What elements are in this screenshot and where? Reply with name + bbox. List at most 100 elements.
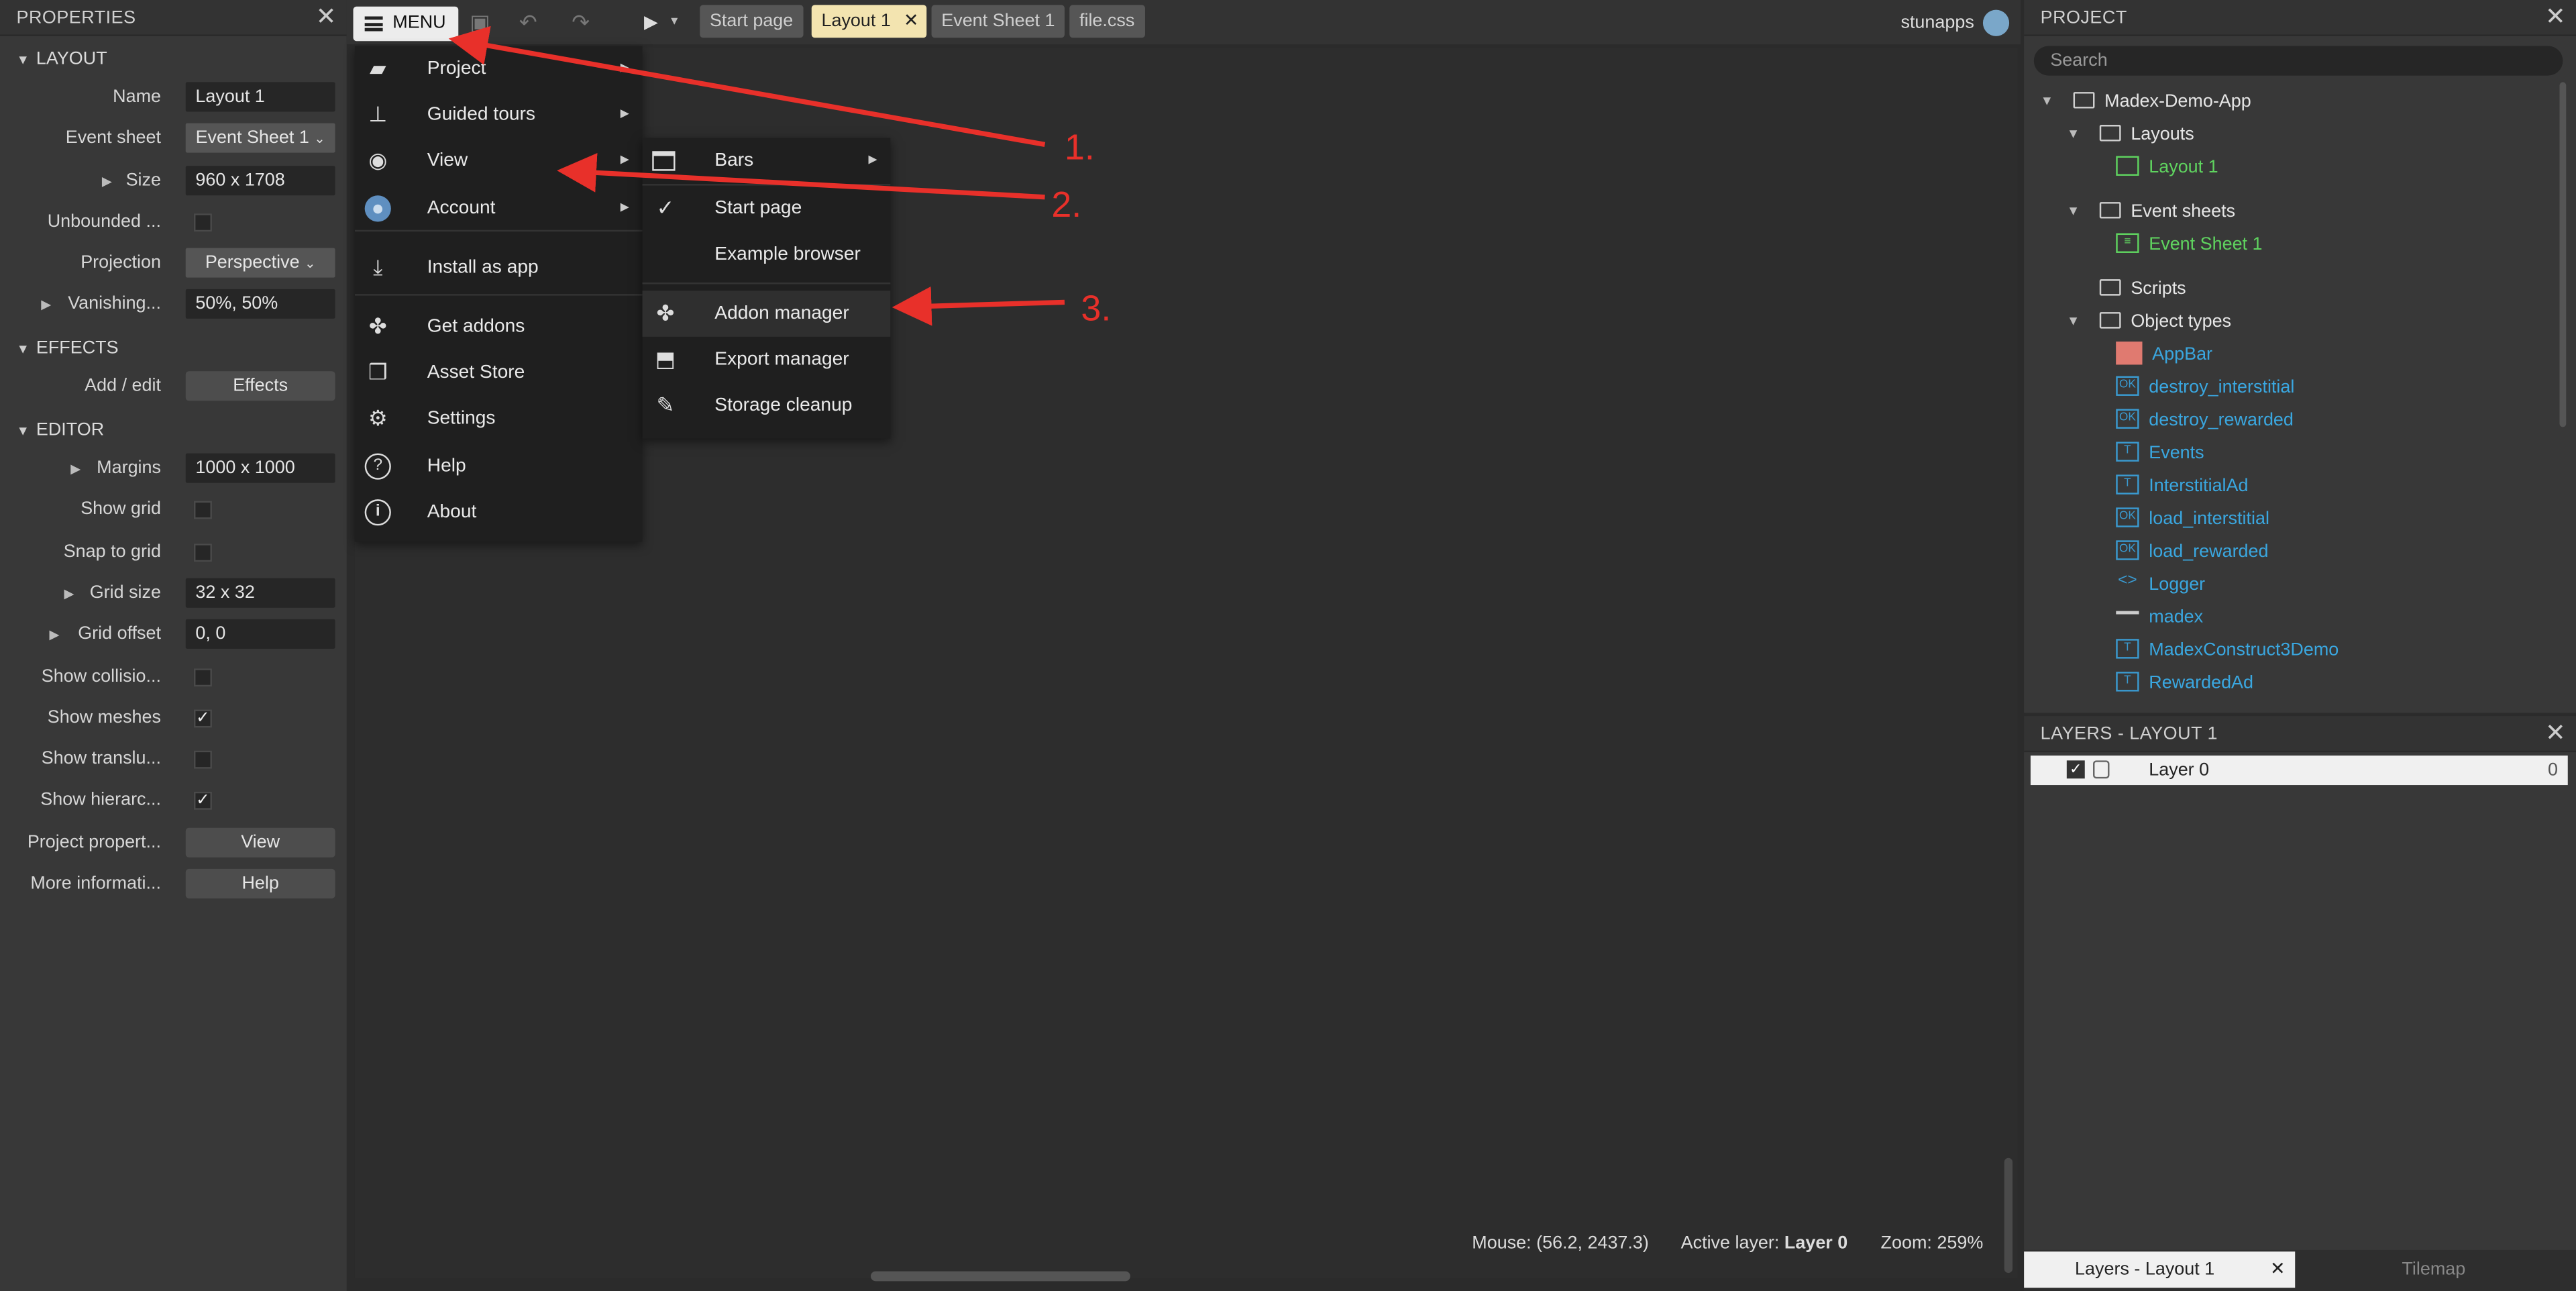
menu-item-get-addons[interactable]: ✤ Get addons xyxy=(355,304,643,350)
show-translucent-checkbox[interactable] xyxy=(193,751,212,769)
tree-root[interactable]: ▼ Madex-Demo-App xyxy=(2041,85,2251,118)
tab-layout-1[interactable]: Layout 1 ✕ xyxy=(811,5,927,38)
projection-select[interactable]: Perspective ⌄ xyxy=(185,248,335,278)
menu-item-bars[interactable]: Bars ▶ xyxy=(643,138,891,185)
tab-start-page[interactable]: Start page xyxy=(700,5,803,38)
tree-object[interactable]: T Events xyxy=(2116,437,2204,470)
tree-folder-scripts[interactable]: Scripts xyxy=(2099,272,2186,305)
tree-scrollbar[interactable] xyxy=(2559,82,2567,427)
tree-object[interactable]: T MadexConstruct3Demo xyxy=(2116,634,2339,667)
username[interactable]: stunapps xyxy=(1900,13,1974,33)
play-icon[interactable]: ▶ xyxy=(644,11,658,33)
prop-label: Show meshes xyxy=(47,707,161,728)
active-layer-value: Layer 0 xyxy=(1784,1233,1848,1253)
chevron-right-icon: ▶ xyxy=(620,154,629,166)
unbounded-checkbox[interactable] xyxy=(193,213,212,231)
section-layout[interactable]: ▼ LAYOUT xyxy=(0,41,347,77)
text-icon: T xyxy=(2116,474,2139,495)
tab-file-css[interactable]: file.css xyxy=(1069,5,1145,38)
search-input[interactable]: Search xyxy=(2033,46,2563,76)
folder-icon xyxy=(2099,279,2121,296)
close-icon[interactable]: ✕ xyxy=(2545,716,2566,752)
menu-item-account[interactable]: ● Account ▶ xyxy=(355,186,643,232)
tab-tilemap[interactable]: Tilemap xyxy=(2402,1251,2465,1288)
text-icon: T xyxy=(2116,442,2139,462)
menu-item-example-browser[interactable]: Example browser xyxy=(643,231,891,278)
menu-item-addon-manager[interactable]: ✤ Addon manager xyxy=(642,291,891,337)
tree-folder-event-sheets[interactable]: ▼ Event sheets xyxy=(2067,195,2235,228)
chevron-down-icon[interactable]: ▼ xyxy=(669,16,680,28)
menu-item-help[interactable]: ? Help xyxy=(355,444,643,490)
tree-object[interactable]: OK destroy_interstitial xyxy=(2116,371,2294,404)
tree-object[interactable]: OK load_interstitial xyxy=(2116,503,2269,535)
prop-label: Add / edit xyxy=(85,376,161,396)
project-panel: PROJECT ✕ Search ▼ Madex-Demo-App ▼ Layout… xyxy=(2024,0,2576,713)
layers-header: LAYERS - LAYOUT 1 ✕ xyxy=(2024,716,2576,753)
tree-object[interactable]: AppBar xyxy=(2116,338,2212,371)
menu-item-guided-tours[interactable]: ⊥ Guided tours ▶ xyxy=(355,92,643,138)
effects-button[interactable]: Effects xyxy=(185,370,335,401)
chevron-right-icon: ▶ xyxy=(620,108,629,120)
tree-object[interactable]: <> Logger xyxy=(2116,568,2205,601)
tree-folder-object-types[interactable]: ▼ Object types xyxy=(2067,305,2231,338)
boxes-icon: ❒ xyxy=(368,360,388,384)
tree-object[interactable]: T RewardedAd xyxy=(2116,667,2253,700)
vanishing-input[interactable]: 50%, 50% xyxy=(185,290,335,320)
tree-object[interactable]: OK destroy_rewarded xyxy=(2116,404,2294,437)
close-icon[interactable]: ✕ xyxy=(2270,1251,2286,1288)
section-effects[interactable]: ▼ EFFECTS xyxy=(0,329,347,366)
menu-button[interactable]: MENU xyxy=(353,6,459,42)
tab-event-sheet-1[interactable]: Event Sheet 1 xyxy=(931,5,1065,38)
view-button[interactable]: View xyxy=(185,827,335,858)
section-editor[interactable]: ▼ EDITOR xyxy=(0,413,347,449)
tab-layers[interactable]: Layers - Layout 1 ✕ xyxy=(2024,1251,2296,1288)
menu-item-storage-cleanup[interactable]: ✎ Storage cleanup xyxy=(643,382,891,429)
menu-item-export-manager[interactable]: ⬒ Export manager xyxy=(643,337,891,383)
plugin-icon xyxy=(2116,611,2139,615)
tree-folder-layouts[interactable]: ▼ Layouts xyxy=(2067,118,2194,151)
help-button[interactable]: Help xyxy=(185,869,335,899)
caret-right-icon[interactable]: ▶ xyxy=(70,462,80,476)
caret-right-icon[interactable]: ▶ xyxy=(41,298,51,313)
show-hierarchy-checkbox[interactable]: ✓ xyxy=(193,792,212,811)
vertical-scrollbar[interactable] xyxy=(2004,1157,2012,1274)
close-icon[interactable]: ✕ xyxy=(2545,0,2566,36)
caret-right-icon[interactable]: ▶ xyxy=(64,586,74,601)
menu-item-project[interactable]: ▰ Project ▶ xyxy=(355,46,643,93)
caret-right-icon[interactable]: ▶ xyxy=(102,173,112,188)
size-input[interactable]: 960 x 1708 xyxy=(185,165,335,195)
snap-grid-checkbox[interactable] xyxy=(193,543,212,562)
grid-size-input[interactable]: 32 x 32 xyxy=(185,578,335,608)
menu-item-view[interactable]: ◉ View ▶ xyxy=(355,138,643,185)
tree-item-layout[interactable]: Layout 1 xyxy=(2116,151,2218,184)
avatar[interactable] xyxy=(1982,9,2010,36)
show-meshes-checkbox[interactable]: ✓ xyxy=(193,709,212,728)
close-icon[interactable]: ✕ xyxy=(904,5,919,38)
close-icon[interactable]: ✕ xyxy=(316,0,337,36)
menu-item-settings[interactable]: ⚙ Settings xyxy=(355,396,643,442)
show-grid-checkbox[interactable] xyxy=(193,501,212,520)
menu-item-about[interactable]: i About xyxy=(355,489,643,535)
event-sheet-select[interactable]: Event Sheet 1 ⌄ xyxy=(185,123,335,154)
horizontal-scrollbar[interactable] xyxy=(870,1271,1130,1282)
name-input[interactable]: Layout 1 xyxy=(185,82,335,112)
undo-icon[interactable]: ↶ xyxy=(519,10,537,36)
menu-item-start-page[interactable]: ✓ Start page xyxy=(643,186,891,232)
tree-object[interactable]: OK load_rewarded xyxy=(2116,535,2269,568)
tree-item-event-sheet[interactable]: ≡ Event Sheet 1 xyxy=(2116,228,2263,261)
menu-item-install[interactable]: ⤓ Install as app xyxy=(355,245,643,291)
caret-right-icon[interactable]: ▶ xyxy=(49,628,59,643)
grid-offset-input[interactable]: 0, 0 xyxy=(185,619,335,650)
puzzle-icon: ✤ xyxy=(656,300,675,325)
menu-item-asset-store[interactable]: ❒ Asset Store xyxy=(355,350,643,396)
layer-row[interactable]: ✓ Layer 0 0 xyxy=(2030,756,2568,786)
lock-icon[interactable] xyxy=(2093,760,2110,779)
zoom-level: Zoom: 259% xyxy=(1880,1233,1984,1253)
tree-object[interactable]: madex xyxy=(2116,601,2203,634)
margins-input[interactable]: 1000 x 1000 xyxy=(185,453,335,483)
tree-object[interactable]: T InterstitialAd xyxy=(2116,470,2249,503)
visibility-checkbox[interactable]: ✓ xyxy=(2066,760,2085,779)
redo-icon[interactable]: ↷ xyxy=(572,10,590,36)
save-icon[interactable]: ▣ xyxy=(470,10,490,36)
show-collision-checkbox[interactable] xyxy=(193,668,212,686)
